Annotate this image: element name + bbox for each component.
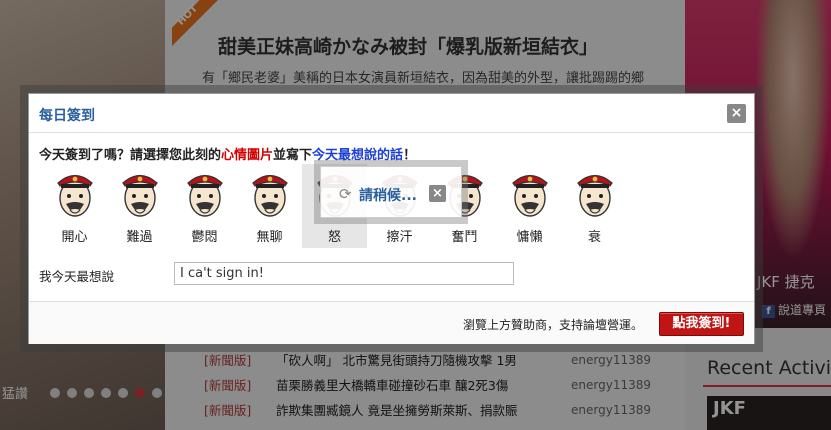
prompt-text: 今天簽到了嗎？請選擇您此刻的 — [39, 148, 222, 163]
happy-face-icon — [56, 174, 93, 217]
daily-checkin-dialog: 每日簽到 × 今天簽到了嗎？請選擇您此刻的心情圖片並寫下今天最想說的話！ 開心 難… — [28, 93, 755, 344]
loading-text: 請稍候... — [359, 188, 417, 204]
mood-label: 開心 — [61, 230, 88, 245]
checkin-button[interactable]: 點我簽到! — [659, 312, 744, 336]
mood-label: 怒 — [327, 230, 341, 245]
mood-label: 鬱悶 — [191, 230, 218, 245]
mood-label: 奮鬥 — [451, 230, 478, 245]
prompt-say-highlight: 今天最想說的話 — [312, 148, 404, 163]
loading-popup: ⟳ 請稍候... × — [320, 166, 462, 218]
mood-option[interactable]: 衰 — [562, 164, 627, 248]
dialog-footer: 瀏覽上方贊助商，支持論壇營運。 點我簽到! — [29, 301, 754, 344]
mood-option[interactable]: 無聊 — [237, 164, 302, 248]
mood-label: 慵懶 — [516, 230, 543, 245]
mood-label: 難過 — [126, 230, 153, 245]
say-input[interactable] — [174, 262, 514, 285]
prompt-text: ！ — [403, 148, 417, 163]
mood-option[interactable]: 難過 — [107, 164, 172, 248]
dialog-header: 每日簽到 × — [29, 94, 754, 133]
loading-close-button[interactable]: × — [429, 185, 446, 202]
mood-label: 衰 — [587, 230, 601, 245]
mood-label: 擦汗 — [386, 230, 413, 245]
prompt-mood-highlight: 心情圖片 — [221, 148, 274, 163]
dialog-title: 每日簽到 — [39, 108, 95, 124]
mood-option[interactable]: 慵懶 — [497, 164, 562, 248]
checkin-prompt: 今天簽到了嗎？請選擇您此刻的心情圖片並寫下今天最想說的話！ — [39, 144, 416, 163]
sponsor-note: 瀏覽上方贊助商，支持論壇營運。 — [463, 318, 644, 332]
refresh-icon: ⟳ — [339, 185, 352, 203]
sad-face-icon — [121, 174, 158, 217]
prompt-text: 並寫下 — [273, 148, 313, 163]
unlucky-face-icon — [576, 174, 613, 217]
lazy-face-icon — [511, 174, 548, 217]
mood-option[interactable]: 鬱悶 — [172, 164, 237, 248]
say-label: 我今天最想說 — [39, 269, 115, 284]
dialog-close-button[interactable]: × — [727, 104, 746, 123]
gloomy-face-icon — [186, 174, 223, 217]
bored-face-icon — [251, 174, 288, 217]
mood-label: 無聊 — [256, 230, 283, 245]
mood-option[interactable]: 開心 — [42, 164, 107, 248]
